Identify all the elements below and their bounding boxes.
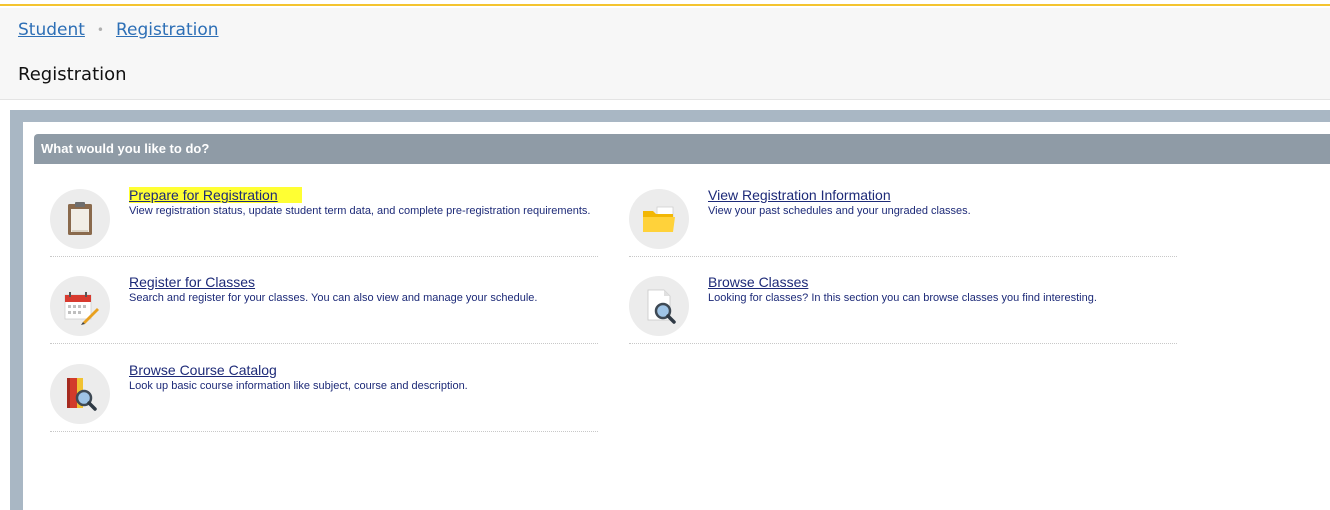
register-for-classes-item[interactable]: Register for Classes Search and register… <box>50 270 598 344</box>
breadcrumb-student-link[interactable]: Student <box>18 20 85 40</box>
browse-course-catalog-link[interactable]: Browse Course Catalog <box>129 362 277 378</box>
view-registration-information-description: View your past schedules and your ungrad… <box>708 205 971 217</box>
browse-course-catalog-item[interactable]: Browse Course Catalog Look up basic cour… <box>50 358 598 432</box>
register-for-classes-link[interactable]: Register for Classes <box>129 274 255 290</box>
document-search-icon <box>629 276 689 336</box>
browse-classes-item[interactable]: Browse Classes Looking for classes? In t… <box>629 270 1177 344</box>
panel-header: What would you like to do? <box>34 134 1330 164</box>
view-registration-information-item[interactable]: View Registration Information View your … <box>629 183 1177 257</box>
top-accent-border <box>0 0 1330 6</box>
book-search-icon <box>50 364 110 424</box>
register-for-classes-description: Search and register for your classes. Yo… <box>129 292 538 304</box>
prepare-for-registration-item[interactable]: Prepare for Registration View registrati… <box>50 183 598 257</box>
browse-classes-description: Looking for classes? In this section you… <box>708 292 1097 304</box>
prepare-for-registration-description: View registration status, update student… <box>129 205 591 217</box>
folder-icon <box>629 189 689 249</box>
breadcrumb-registration-link[interactable]: Registration <box>116 20 219 40</box>
clipboard-icon <box>50 189 110 249</box>
browse-classes-link[interactable]: Browse Classes <box>708 274 808 290</box>
page-title: Registration <box>18 64 127 85</box>
page-header: Student • Registration Registration <box>0 8 1330 100</box>
prepare-for-registration-link[interactable]: Prepare for Registration <box>129 187 302 203</box>
browse-course-catalog-description: Look up basic course information like su… <box>129 380 468 392</box>
calendar-pencil-icon <box>50 276 110 336</box>
breadcrumb-separator: • <box>96 23 104 37</box>
view-registration-information-link[interactable]: View Registration Information <box>708 187 891 203</box>
breadcrumb: Student • Registration <box>18 20 219 40</box>
